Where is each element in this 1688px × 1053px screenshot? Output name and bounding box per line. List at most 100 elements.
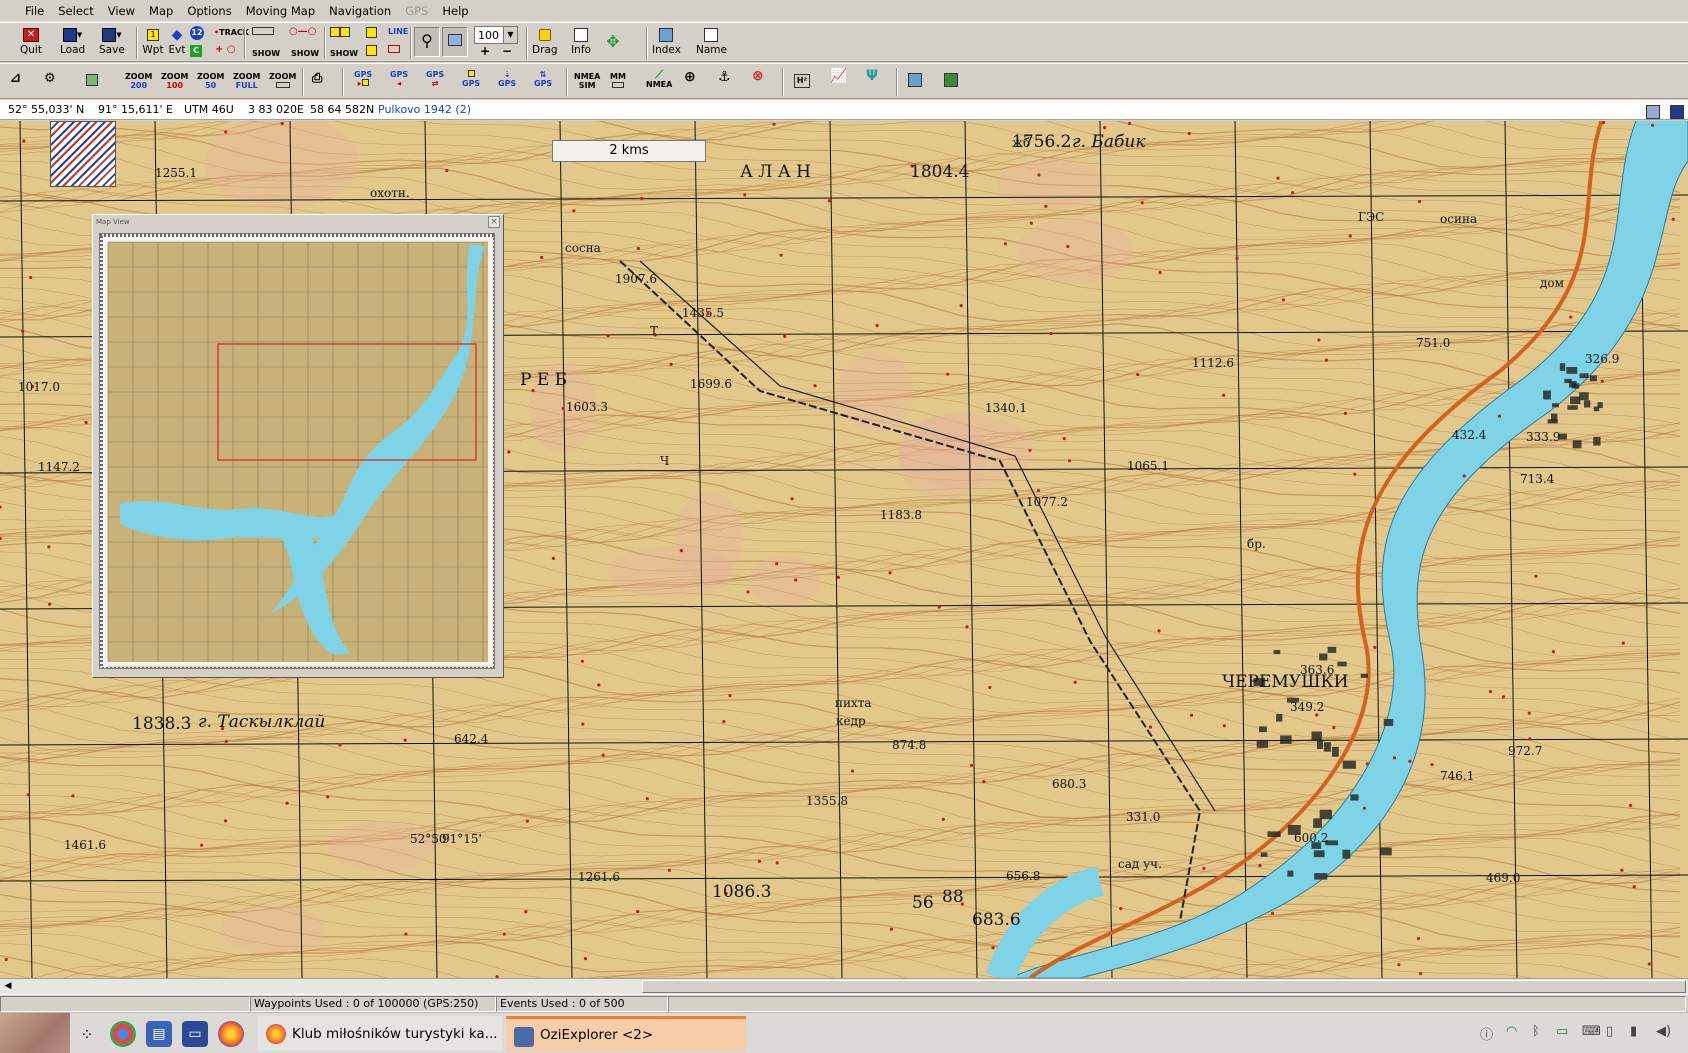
route-number-icon[interactable]: 12 [190,26,204,40]
menu-help[interactable]: Help [435,0,475,22]
grid-icon[interactable] [388,45,400,55]
zoom-100-button[interactable]: ZOOM 100 [161,72,188,90]
firefox-icon[interactable] [218,1021,244,1047]
menu-options[interactable]: Options [180,0,238,22]
building [1589,375,1597,382]
vegetation-dot [1066,244,1070,249]
chrome-icon[interactable] [110,1021,136,1047]
apps-grid-icon[interactable]: ⁘ [74,1021,100,1047]
map-layers-icon[interactable] [86,74,98,88]
overview-map[interactable] [99,233,495,669]
start-menu-button[interactable] [0,1013,70,1053]
profile-graph-icon[interactable]: 📈 [830,69,847,83]
vegetation-dot [1600,379,1604,383]
zoom-200-button[interactable]: ZOOM 200 [125,72,152,90]
line-button[interactable]: LINE [388,27,408,36]
anchor-icon[interactable]: ⚓ [718,70,731,84]
toolbar-separator [324,27,326,59]
taskbar-item-firefox[interactable]: Klub miłośników turystyki ka... [258,1016,502,1051]
taskbar-item-oziexplorer[interactable]: OziExplorer <2> [506,1016,746,1051]
gps-upload-waypoints-button[interactable]: GPS ▸ [354,70,372,88]
move-map-arrows-button[interactable]: ✥ [602,23,624,57]
datum-readout: Pulkovo 1942 (2) [378,103,471,116]
add-remove-icon[interactable]: + ○ [215,45,236,55]
menu-select[interactable]: Select [51,0,100,22]
vegetation-dot [223,819,228,823]
map-label: бр. [1247,537,1266,551]
map-image-icon[interactable] [908,73,922,89]
gps-routes-button[interactable]: GPS ⇄ [426,70,444,88]
info-tray-icon[interactable]: ⓘ [1480,1024,1493,1043]
name-search-button[interactable]: Name [696,23,727,56]
vegetation-dot [22,139,26,143]
menu-map[interactable]: Map [142,0,180,22]
gps-download-tracks-button[interactable]: ⇣ GPS [498,70,516,88]
copy-icon[interactable] [366,27,377,40]
menu-moving-map[interactable]: Moving Map [239,0,322,22]
route-icon[interactable] [330,27,350,39]
drag-button[interactable]: Drag [532,23,558,56]
show-events-icon[interactable]: ○—○ [289,27,316,37]
scroll-left-icon[interactable]: ◀ [0,979,16,994]
event-button[interactable]: ◆ Evt [166,23,188,56]
menu-navigation[interactable]: Navigation [322,0,398,22]
map-label: 1017.0 [18,380,60,394]
clipboard-icon[interactable]: ▯ [1606,1024,1613,1039]
save-button[interactable]: ▼ Save [99,23,125,56]
bluetooth-icon[interactable]: ᛒ [1532,1024,1540,1039]
show-waypoints-button[interactable] [252,27,274,37]
copy2-icon[interactable] [366,45,377,58]
keyboard-icon[interactable]: ⌨ [1582,1024,1601,1039]
waypoint-button[interactable]: 1 Wpt [142,23,164,56]
vegetation-dot [728,694,732,698]
horizontal-scrollbar[interactable]: ◀ [0,978,1688,994]
map-view-window[interactable]: Map View × [92,214,504,678]
building [1313,818,1322,828]
window-icon[interactable]: ▭ [182,1021,208,1047]
index-button[interactable]: Index [652,23,681,56]
close-icon[interactable]: × [488,216,500,228]
zoom-custom-button[interactable]: ZOOM [269,72,296,90]
menu-file[interactable]: File [18,0,51,22]
magnify-button[interactable]: ⚲ [414,27,440,57]
gps-upload-tracks-button[interactable]: GPS [462,70,480,88]
volume-icon[interactable]: ◀) [1656,1024,1671,1039]
antenna-icon[interactable]: Ψ [866,69,878,83]
alarm-icon[interactable]: ⊗ [752,69,764,83]
zoom-out-icon[interactable]: − [502,45,512,57]
battery-icon[interactable]: ▮ [1630,1024,1637,1039]
file-manager-icon[interactable]: ▤ [146,1021,172,1047]
gps-download-waypoints-button[interactable]: GPS ◂ [390,70,408,88]
display-icon[interactable]: ▭ [1556,1024,1568,1039]
crosshair-icon[interactable]: ⊕ [684,70,696,84]
zoom-50-button[interactable]: ZOOM 50 [197,72,224,90]
printer-icon[interactable]: ⎙ [312,72,322,85]
nmea-sim-button[interactable]: NMEA SIM [574,72,600,90]
vegetation-dot [772,122,776,126]
ruler-icon[interactable]: ⊿ [10,72,21,85]
chevron-down-icon[interactable]: ▼ [503,27,517,43]
zoom-full-button[interactable]: ZOOM FULL [233,72,260,90]
nmea-button[interactable]: ⟋ NMEA [646,69,672,89]
scrollbar-thumb[interactable] [642,980,1686,993]
menu-view[interactable]: View [101,0,142,22]
load-button[interactable]: ▼ Load [60,23,85,56]
vegetation-dot [606,334,610,338]
vegetation-dot [1416,936,1421,941]
zoom-level-select[interactable]: 100 ▼ [474,26,518,44]
gps-transfer-button[interactable]: ⇅ GPS [534,70,552,88]
zoom-in-icon[interactable]: + [480,45,490,57]
map-tools-icon[interactable]: ⚙ [44,72,56,85]
wifi-icon[interactable]: ◠ [1506,1024,1517,1039]
map-image2-icon[interactable] [944,73,958,89]
moving-map-button[interactable]: MM [610,72,626,90]
info-button[interactable]: Info [570,23,592,56]
vegetation-dot [1632,885,1636,889]
quit-icon: ✕ [20,26,42,44]
height-button[interactable]: H² [794,74,810,88]
quit-button[interactable]: ✕ Quit [20,23,42,56]
green-c-icon[interactable]: C [190,45,202,57]
map-view-toggle-button[interactable] [442,27,468,57]
map-label: 1183.8 [880,508,922,522]
vegetation-dot [775,562,779,566]
